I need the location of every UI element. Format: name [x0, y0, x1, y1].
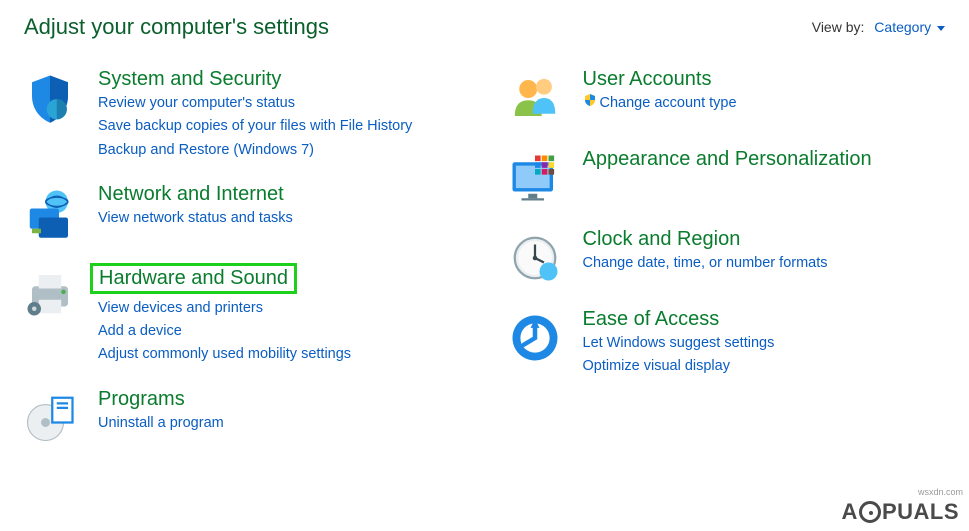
view-by-label: View by:	[812, 19, 865, 35]
category-hardware-sound: Hardware and Sound View devices and prin…	[20, 263, 475, 368]
page-title: Adjust your computer's settings	[24, 14, 329, 40]
monitor-personalization-icon	[505, 148, 565, 208]
subcategory-link[interactable]: Change account type	[583, 93, 913, 113]
ease-of-access-icon	[505, 308, 565, 368]
subcategory-link[interactable]: Adjust commonly used mobility settings	[98, 344, 428, 364]
watermark-post: PUALS	[882, 499, 959, 525]
subcategory-link[interactable]: Change date, time, or number formats	[583, 253, 913, 273]
category-title[interactable]: User Accounts	[583, 68, 712, 91]
category-programs: Programs Uninstall a program	[20, 388, 475, 448]
category-title[interactable]: System and Security	[98, 68, 281, 91]
category-title[interactable]: Ease of Access	[583, 308, 720, 331]
source-note: wsxdn.com	[918, 487, 963, 497]
subcategory-link[interactable]: Add a device	[98, 321, 428, 341]
category-system-security: System and Security Review your computer…	[20, 68, 475, 163]
category-title[interactable]: Network and Internet	[98, 183, 284, 206]
subcategory-link[interactable]: Backup and Restore (Windows 7)	[98, 140, 428, 160]
subcategory-link[interactable]: Review your computer's status	[98, 93, 428, 113]
left-column: System and Security Review your computer…	[20, 68, 475, 468]
watermark: A PUALS	[842, 499, 959, 525]
category-user-accounts: User Accounts Change account type	[505, 68, 960, 128]
category-clock-region: Clock and Region Change date, time, or n…	[505, 228, 960, 288]
category-title[interactable]: Clock and Region	[583, 228, 741, 251]
categories-grid: System and Security Review your computer…	[0, 48, 969, 468]
programs-icon	[20, 388, 80, 448]
category-ease-of-access: Ease of Access Let Windows suggest setti…	[505, 308, 960, 380]
globe-network-icon	[20, 183, 80, 243]
chevron-down-icon	[937, 26, 945, 31]
printer-icon	[20, 263, 80, 323]
view-by-value: Category	[874, 19, 931, 35]
subcategory-link[interactable]: Optimize visual display	[583, 356, 913, 376]
view-by-dropdown[interactable]: Category	[874, 19, 945, 35]
category-title[interactable]: Appearance and Personalization	[583, 148, 872, 171]
subcategory-link[interactable]: Save backup copies of your files with Fi…	[98, 116, 428, 136]
subcategory-text: Change account type	[600, 95, 737, 111]
category-network-internet: Network and Internet View network status…	[20, 183, 475, 243]
shield-icon	[20, 68, 80, 128]
highlight-annotation: Hardware and Sound	[90, 263, 297, 294]
view-by: View by: Category	[812, 19, 945, 35]
subcategory-link[interactable]: Let Windows suggest settings	[583, 333, 913, 353]
uac-shield-icon	[583, 93, 597, 113]
category-appearance-personalization: Appearance and Personalization	[505, 148, 960, 208]
clock-icon	[505, 228, 565, 288]
category-title[interactable]: Programs	[98, 388, 185, 411]
header: Adjust your computer's settings View by:…	[0, 0, 969, 48]
category-title[interactable]: Hardware and Sound	[99, 267, 288, 290]
user-accounts-icon	[505, 68, 565, 128]
watermark-ring-icon	[859, 501, 881, 523]
subcategory-link[interactable]: Uninstall a program	[98, 413, 428, 433]
subcategory-link[interactable]: View network status and tasks	[98, 208, 428, 228]
watermark-pre: A	[842, 499, 858, 525]
subcategory-link[interactable]: View devices and printers	[98, 298, 428, 318]
right-column: User Accounts Change account type	[505, 68, 960, 468]
